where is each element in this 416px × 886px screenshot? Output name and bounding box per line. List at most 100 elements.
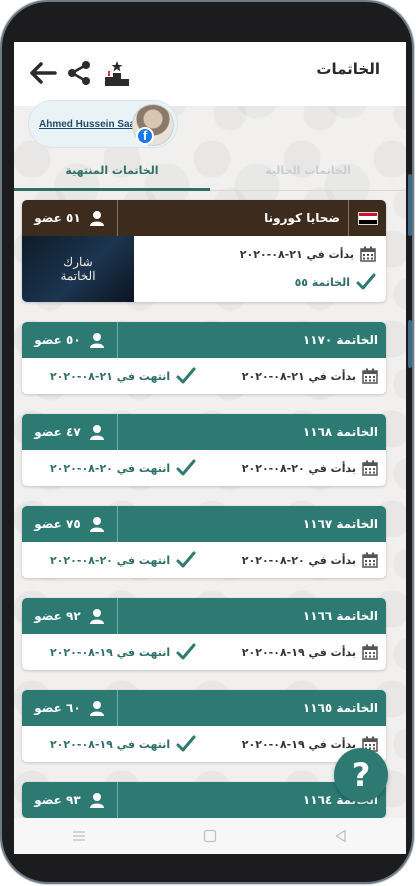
- members-label: ٤٧ عضو: [34, 425, 81, 439]
- tab-active-indicator: [14, 188, 210, 191]
- volume-button: [408, 174, 412, 236]
- card-header: ٩٣ عضو الخاتمة ١١٦٤: [22, 782, 386, 818]
- image-text-line2: الخاتمة: [60, 269, 96, 283]
- end-date-cell: انتهت في ٢٠-٠٨-٢٠٢٠: [50, 542, 196, 578]
- facebook-icon: f: [136, 127, 154, 145]
- members-label: ٩٣ عضو: [34, 793, 81, 807]
- khatma-card[interactable]: ٤٧ عضو الخاتمة ١١٦٨ بدأت في ٢٠-٠٨-٢٠٢٠ ا…: [22, 414, 386, 486]
- khatma-card[interactable]: ٧٥ عضو الخاتمة ١١٦٧ بدأت في ٢٠-٠٨-٢٠٢٠ ا…: [22, 506, 386, 578]
- khatma-name: الخاتمة ١١٦٨: [302, 425, 378, 439]
- help-button[interactable]: ?: [334, 748, 388, 802]
- khatma-card[interactable]: ٥٠ عضو الخاتمة ١١٧٠ بدأت في ٢١-٠٨-٢٠٢٠ ا…: [22, 322, 386, 394]
- card-header: ٤٧ عضو الخاتمة ١١٦٨: [22, 414, 386, 450]
- card-body: بدأت في ٢٠-٠٨-٢٠٢٠ انتهت في ٢٠-٠٨-٢٠٢٠: [22, 542, 386, 578]
- members-label: ٩٢ عضو: [34, 609, 81, 623]
- members-count: ٩٣ عضو: [22, 782, 118, 818]
- share-icon[interactable]: [64, 56, 94, 90]
- start-date: بدأت في ٢١-٠٨-٢٠٢٠: [239, 247, 354, 261]
- person-icon: [89, 425, 104, 440]
- start-date-cell: بدأت في ٢٠-٠٨-٢٠٢٠: [242, 542, 378, 578]
- podium-icon[interactable]: [102, 56, 132, 90]
- app-screen: الخاتمات Ahmed Hussein Saad f الخاتمات ا…: [14, 42, 406, 854]
- khatma-card[interactable]: ٦٠ عضو الخاتمة ١١٦٥ بدأت في ١٩-٠٨-٢٠٢٠ ا…: [22, 690, 386, 762]
- start-date-row: بدأت في ٢١-٠٨-٢٠٢٠: [240, 246, 376, 262]
- start-date: بدأت في ٢٠-٠٨-٢٠٢٠: [241, 553, 356, 567]
- end-date-cell: انتهت في ١٩-٠٨-٢٠٢٠: [50, 634, 196, 670]
- home-square-icon[interactable]: [195, 821, 225, 851]
- members-count: ٧٥ عضو: [22, 506, 118, 542]
- image-text-line1: شارك: [63, 255, 93, 269]
- members-label: ٧٥ عضو: [34, 517, 81, 531]
- page-title: الخاتمات: [316, 60, 380, 78]
- members-label: ٥١ عضو: [34, 211, 81, 225]
- card-body: بدأت في ٢٠-٠٨-٢٠٢٠ انتهت في ٢٠-٠٨-٢٠٢٠: [22, 450, 386, 486]
- check-icon: [176, 459, 196, 476]
- power-button: [408, 320, 412, 368]
- members-count: ٥١ عضو: [22, 200, 118, 236]
- profile-name[interactable]: Ahmed Hussein Saad: [39, 119, 141, 130]
- card-header: ٩٢ عضو الخاتمة ١١٦٦: [22, 598, 386, 634]
- check-icon: [356, 273, 376, 290]
- flag-cell: [348, 200, 386, 236]
- card-body: بدأت في ١٩-٠٨-٢٠٢٠ انتهت في ١٩-٠٨-٢٠٢٠: [22, 726, 386, 762]
- start-date-cell: بدأت في ٢١-٠٨-٢٠٢٠: [242, 358, 378, 394]
- back-triangle-icon[interactable]: [326, 821, 356, 851]
- calendar-icon: [362, 460, 378, 476]
- start-date-cell: بدأت في ٢٠-٠٨-٢٠٢٠: [242, 450, 378, 486]
- card-header: ٥١ عضو ضحايا كورونا: [22, 200, 386, 236]
- khatma-name: ضحايا كورونا: [264, 211, 340, 225]
- members-label: ٥٠ عضو: [34, 333, 81, 347]
- khatma-name: الخاتمة ١١٦٥: [302, 701, 378, 715]
- start-date: بدأت في ٢١-٠٨-٢٠٢٠: [241, 369, 356, 383]
- start-date-cell: بدأت في ١٩-٠٨-٢٠٢٠: [242, 634, 378, 670]
- menu-icon[interactable]: [64, 821, 94, 851]
- start-date: بدأت في ١٩-٠٨-٢٠٢٠: [241, 737, 356, 751]
- khatma-name: الخاتمة ١١٦٦: [302, 609, 378, 623]
- person-icon: [89, 333, 104, 348]
- phone-frame: الخاتمات Ahmed Hussein Saad f الخاتمات ا…: [2, 2, 412, 882]
- end-date-cell: انتهت في ٢٠-٠٨-٢٠٢٠: [50, 450, 196, 486]
- calendar-icon: [360, 246, 376, 262]
- card-body: بدأت في ١٩-٠٨-٢٠٢٠ انتهت في ١٩-٠٨-٢٠٢٠: [22, 634, 386, 670]
- card-header: ٦٠ عضو الخاتمة ١١٦٥: [22, 690, 386, 726]
- app-header: الخاتمات: [14, 42, 406, 106]
- end-date: انتهت في ٢٠-٠٨-٢٠٢٠: [50, 553, 171, 567]
- end-date: انتهت في ٢٠-٠٨-٢٠٢٠: [50, 461, 171, 475]
- khatma-number-row: الخاتمة ٥٥: [295, 272, 376, 292]
- khatma-name: الخاتمة ١١٧٠: [302, 333, 378, 347]
- end-date-cell: انتهت في ١٩-٠٨-٢٠٢٠: [50, 726, 196, 762]
- person-icon: [89, 211, 104, 226]
- card-header: ٧٥ عضو الخاتمة ١١٦٧: [22, 506, 386, 542]
- person-icon: [89, 517, 104, 532]
- khatma-image[interactable]: شارك الخاتمة: [22, 236, 134, 302]
- card-header: ٥٠ عضو الخاتمة ١١٧٠: [22, 322, 386, 358]
- person-icon: [89, 609, 104, 624]
- members-count: ٩٢ عضو: [22, 598, 118, 634]
- calendar-icon: [362, 644, 378, 660]
- back-arrow-icon[interactable]: [28, 56, 58, 90]
- members-label: ٦٠ عضو: [34, 701, 81, 715]
- start-date: بدأت في ١٩-٠٨-٢٠٢٠: [241, 645, 356, 659]
- check-icon: [176, 367, 196, 384]
- members-count: ٦٠ عضو: [22, 690, 118, 726]
- person-icon: [89, 701, 104, 716]
- featured-khatma-card[interactable]: ٥١ عضو ضحايا كورونا شارك الخاتمة بدأت في…: [22, 200, 386, 302]
- calendar-icon: [362, 368, 378, 384]
- card-body: بدأت في ٢١-٠٨-٢٠٢٠ انتهت في ٢١-٠٨-٢٠٢٠: [22, 358, 386, 394]
- khatma-name: الخاتمة ١١٦٧: [302, 517, 378, 531]
- khatma-card[interactable]: ٩٣ عضو الخاتمة ١١٦٤: [22, 782, 386, 818]
- tab-current[interactable]: الخاتمات الحالية: [210, 160, 406, 192]
- start-date: بدأت في ٢٠-٠٨-٢٠٢٠: [241, 461, 356, 475]
- end-date-cell: انتهت في ٢١-٠٨-٢٠٢٠: [50, 358, 196, 394]
- khatma-number: الخاتمة ٥٥: [294, 275, 350, 289]
- check-icon: [176, 643, 196, 660]
- profile-badge[interactable]: Ahmed Hussein Saad f: [28, 100, 178, 148]
- system-nav-bar: [14, 818, 406, 854]
- end-date: انتهت في ١٩-٠٨-٢٠٢٠: [50, 737, 171, 751]
- check-icon: [176, 735, 196, 752]
- calendar-icon: [362, 552, 378, 568]
- members-count: ٥٠ عضو: [22, 322, 118, 358]
- khatma-card[interactable]: ٩٢ عضو الخاتمة ١١٦٦ بدأت في ١٩-٠٨-٢٠٢٠ ا…: [22, 598, 386, 670]
- check-icon: [176, 551, 196, 568]
- end-date: انتهت في ٢١-٠٨-٢٠٢٠: [50, 369, 171, 383]
